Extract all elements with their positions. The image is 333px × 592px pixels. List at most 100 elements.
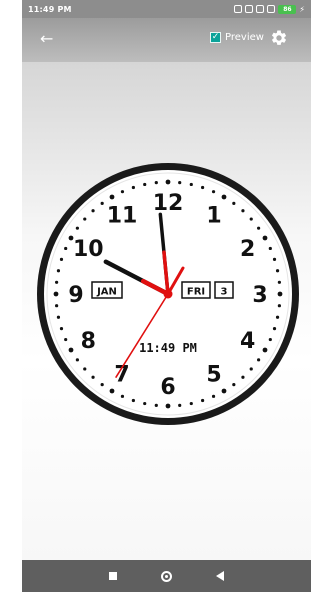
minute-dot bbox=[154, 181, 158, 185]
status-time: 11:49 PM bbox=[28, 4, 72, 14]
minute-dot bbox=[249, 367, 253, 371]
right-border bbox=[311, 0, 333, 592]
left-border bbox=[0, 0, 22, 592]
minute-dot bbox=[165, 403, 171, 409]
minute-dot bbox=[64, 337, 68, 342]
status-bar: 11:49 PM 86 ⚡ bbox=[22, 0, 311, 18]
minute-dot bbox=[100, 201, 104, 205]
day-box: 3 bbox=[214, 281, 234, 299]
hour-number-8: 8 bbox=[81, 329, 96, 354]
minute-dot bbox=[178, 181, 182, 185]
minute-dot bbox=[131, 185, 135, 190]
minute-dot bbox=[275, 269, 280, 273]
minute-dot bbox=[109, 194, 115, 200]
minute-dot bbox=[143, 401, 147, 406]
hour-number-4: 4 bbox=[240, 329, 255, 354]
minute-dot bbox=[241, 209, 245, 213]
phone-screen: 11:49 PM 86 ⚡ ← ✓ Preview 12 1 2 3 4 5 6 7 8 9 10 1… bbox=[22, 0, 311, 592]
minute-dot bbox=[232, 201, 236, 205]
gear-icon[interactable] bbox=[270, 29, 288, 47]
hour-number-11: 11 bbox=[107, 203, 138, 228]
minute-dot bbox=[257, 226, 261, 230]
minute-dot bbox=[91, 375, 95, 379]
minute-dot bbox=[59, 257, 64, 261]
minute-dot bbox=[232, 383, 236, 387]
minute-dot bbox=[83, 217, 87, 221]
hour-number-2: 2 bbox=[240, 237, 255, 262]
minute-dot bbox=[241, 375, 245, 379]
recent-apps-icon[interactable] bbox=[109, 572, 117, 580]
minute-dot bbox=[109, 388, 115, 394]
minute-dot bbox=[189, 401, 193, 406]
minute-dot bbox=[275, 315, 280, 319]
hour-number-5: 5 bbox=[206, 363, 221, 388]
minute-dot bbox=[143, 182, 147, 187]
minute-dot bbox=[120, 190, 125, 194]
minute-dot bbox=[100, 383, 104, 387]
minute-dot bbox=[211, 394, 216, 398]
navigation-bar bbox=[22, 560, 311, 592]
month-label: JAN bbox=[96, 287, 117, 298]
minute-dot bbox=[262, 235, 268, 241]
minute-dot bbox=[272, 257, 277, 261]
minute-dot bbox=[55, 280, 59, 284]
back-icon[interactable] bbox=[216, 571, 224, 581]
hour-number-10: 10 bbox=[73, 237, 104, 262]
analog-clock: 12 1234567891011 JAN FRI 3 11:49 PM bbox=[37, 163, 299, 425]
minute-dot bbox=[56, 315, 61, 319]
minute-dot bbox=[178, 403, 182, 407]
minute-dot bbox=[120, 394, 125, 398]
minute-dot bbox=[53, 291, 59, 297]
minute-dot bbox=[249, 217, 253, 221]
minute-dot bbox=[277, 291, 283, 297]
alarm-icon bbox=[234, 5, 243, 13]
minute-dot bbox=[262, 347, 268, 353]
center-pin bbox=[163, 289, 173, 299]
weekday-label: FRI bbox=[187, 287, 205, 298]
minute-dot bbox=[277, 280, 281, 284]
minute-dot bbox=[91, 209, 95, 213]
minute-dot bbox=[268, 246, 272, 251]
battery-icon: 86 bbox=[278, 4, 297, 14]
minute-dot bbox=[59, 327, 64, 331]
minute-dot bbox=[189, 182, 193, 187]
month-box: JAN bbox=[91, 281, 123, 299]
hour-number-9: 9 bbox=[68, 283, 83, 308]
minute-dot bbox=[165, 179, 171, 185]
minute-dot bbox=[201, 398, 205, 403]
digital-time: 11:49 PM bbox=[139, 341, 197, 355]
minute-dot bbox=[154, 403, 158, 407]
hour-number-12: 12 bbox=[153, 191, 184, 216]
notification-icon bbox=[245, 5, 254, 13]
app-bar: ← ✓ Preview bbox=[22, 18, 311, 62]
battery-level: 86 bbox=[283, 5, 292, 13]
weekday-box: FRI bbox=[181, 281, 211, 299]
preview-toggle[interactable]: ✓ Preview bbox=[210, 32, 264, 43]
minute-dot bbox=[211, 190, 216, 194]
wifi-icon bbox=[267, 5, 276, 13]
hour-number-1: 1 bbox=[206, 203, 221, 228]
arrow-left-icon[interactable]: ← bbox=[40, 30, 58, 48]
minute-dot bbox=[268, 337, 272, 342]
preview-checkbox[interactable]: ✓ bbox=[210, 32, 221, 43]
minute-dot bbox=[55, 304, 59, 308]
preview-label: Preview bbox=[225, 32, 264, 43]
minute-dot bbox=[131, 398, 135, 403]
minute-dot bbox=[201, 185, 205, 190]
wallpaper-preview: 12 1 2 3 4 5 6 7 8 9 10 11 JAN FRI 3 11:49 PM bbox=[22, 62, 311, 560]
home-icon[interactable] bbox=[161, 570, 172, 582]
status-icons: 86 ⚡ bbox=[234, 4, 305, 14]
minute-dot bbox=[257, 358, 261, 362]
signal-icon bbox=[256, 5, 265, 13]
day-label: 3 bbox=[221, 287, 228, 298]
minute-dot bbox=[68, 347, 74, 353]
hour-number-6: 6 bbox=[160, 375, 175, 400]
hour-number-3: 3 bbox=[252, 283, 267, 308]
charging-icon: ⚡ bbox=[299, 4, 305, 14]
minute-dot bbox=[75, 358, 79, 362]
minute-dot bbox=[221, 388, 227, 394]
minute-dot bbox=[221, 194, 227, 200]
minute-dot bbox=[64, 246, 68, 251]
minute-dot bbox=[83, 367, 87, 371]
minute-dot bbox=[272, 327, 277, 331]
